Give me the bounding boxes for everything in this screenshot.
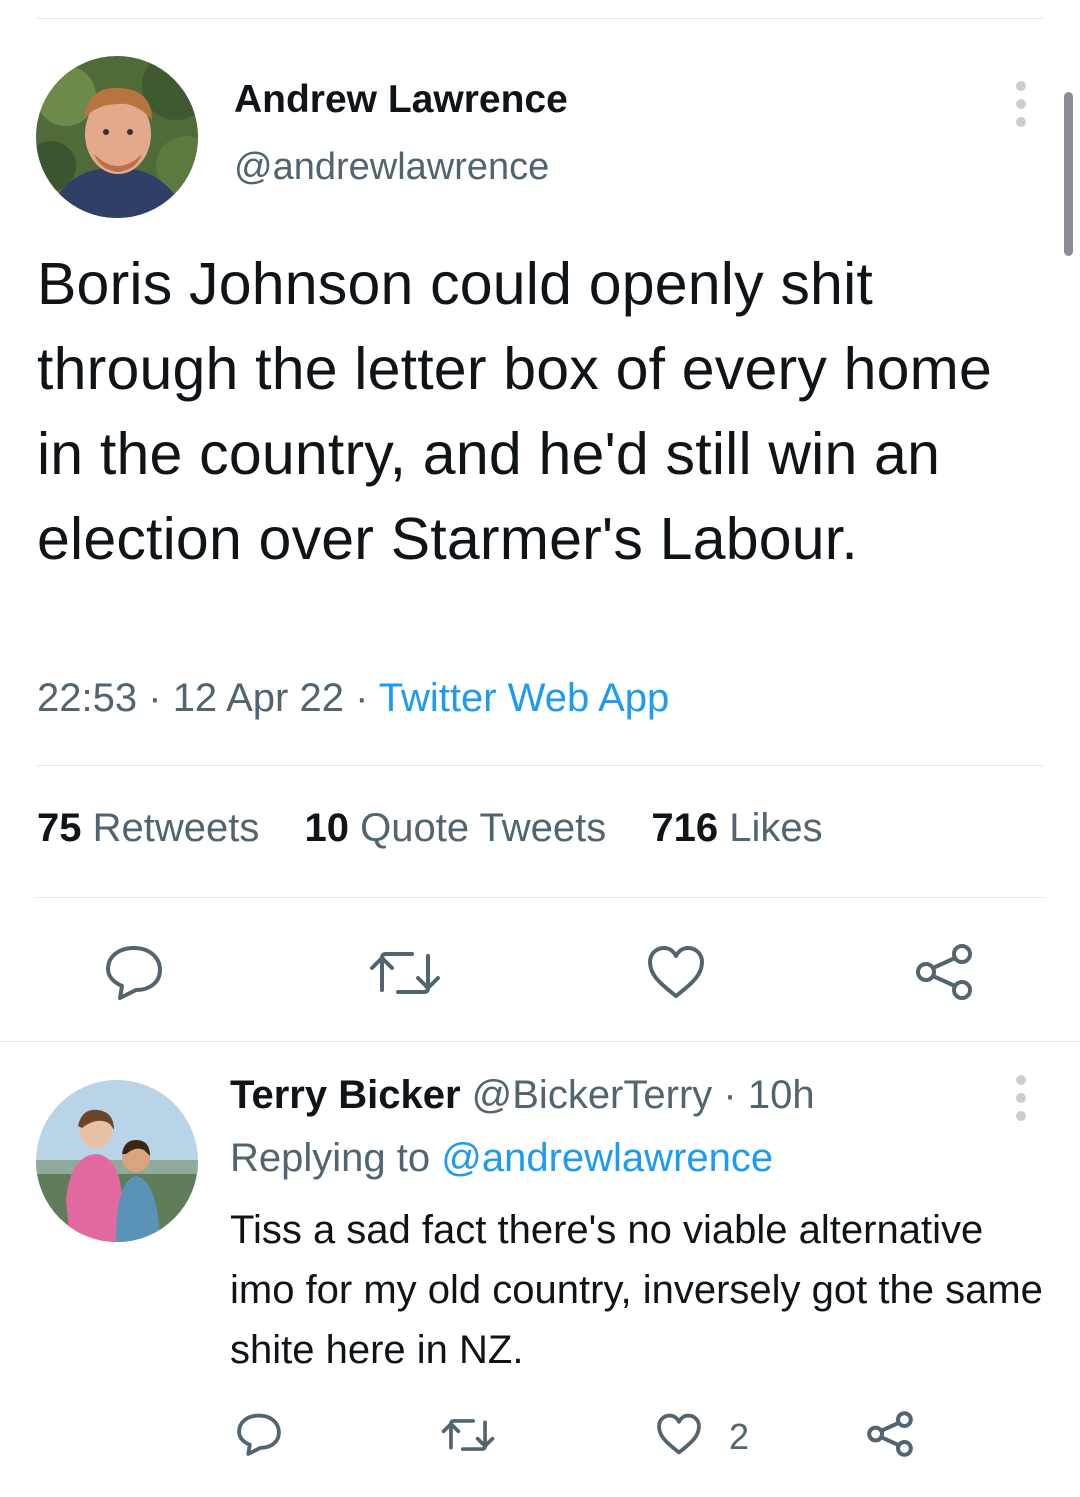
divider xyxy=(36,765,1044,766)
more-options-icon[interactable] xyxy=(1006,76,1036,132)
retweets-stat[interactable]: 75 Retweets xyxy=(37,806,259,850)
reply-share-icon[interactable] xyxy=(866,1410,914,1458)
reply-reply-icon[interactable] xyxy=(236,1412,282,1456)
tweet-date[interactable]: 12 Apr 22 xyxy=(173,676,344,720)
reply-icon[interactable] xyxy=(104,944,164,1000)
author-name[interactable]: Andrew Lawrence xyxy=(234,78,568,122)
author-handle[interactable]: @andrewlawrence xyxy=(234,146,549,189)
reply-author-handle[interactable]: @BickerTerry xyxy=(472,1073,713,1117)
likes-stat[interactable]: 716 Likes xyxy=(651,806,822,850)
tweet-source-link[interactable]: Twitter Web App xyxy=(379,676,670,720)
tweet-text: Boris Johnson could openly shit through … xyxy=(37,251,993,572)
reply-author-name[interactable]: Terry Bicker xyxy=(230,1073,461,1117)
quote-tweets-stat[interactable]: 10 Quote Tweets xyxy=(305,806,607,850)
replying-to-prefix: Replying to xyxy=(230,1136,431,1180)
reply-text: Tiss a sad fact there's no viable altern… xyxy=(230,1208,1043,1372)
meta-separator: · xyxy=(355,676,369,720)
tweet-stats: 75 Retweets 10 Quote Tweets 716 Likes xyxy=(37,806,857,851)
reply-like-icon[interactable] xyxy=(656,1412,702,1456)
tweet-separator xyxy=(0,1041,1080,1042)
scrollbar[interactable] xyxy=(1064,92,1073,256)
like-icon[interactable] xyxy=(646,944,706,1000)
reply-more-options-icon[interactable] xyxy=(1006,1070,1036,1126)
reply-time[interactable]: 10h xyxy=(748,1073,815,1117)
share-icon[interactable] xyxy=(914,942,974,1002)
reply-like-count: 2 xyxy=(729,1416,750,1457)
reply-separator: · xyxy=(723,1073,737,1117)
author-avatar[interactable] xyxy=(36,56,198,218)
tweet-time[interactable]: 22:53 xyxy=(37,676,137,720)
divider xyxy=(36,897,1044,898)
reply-header: Terry Bicker @BickerTerry · 10h xyxy=(230,1073,815,1118)
replying-to-mention[interactable]: @andrewlawrence xyxy=(441,1136,773,1180)
replying-to: Replying to @andrewlawrence xyxy=(230,1136,773,1181)
tweet-meta: 22:53 · 12 Apr 22 · Twitter Web App xyxy=(37,676,669,721)
reply-author-avatar[interactable] xyxy=(36,1080,198,1242)
top-divider xyxy=(36,18,1044,19)
reply-retweet-icon[interactable] xyxy=(440,1415,496,1455)
meta-separator: · xyxy=(148,676,162,720)
retweet-icon[interactable] xyxy=(368,946,442,1000)
